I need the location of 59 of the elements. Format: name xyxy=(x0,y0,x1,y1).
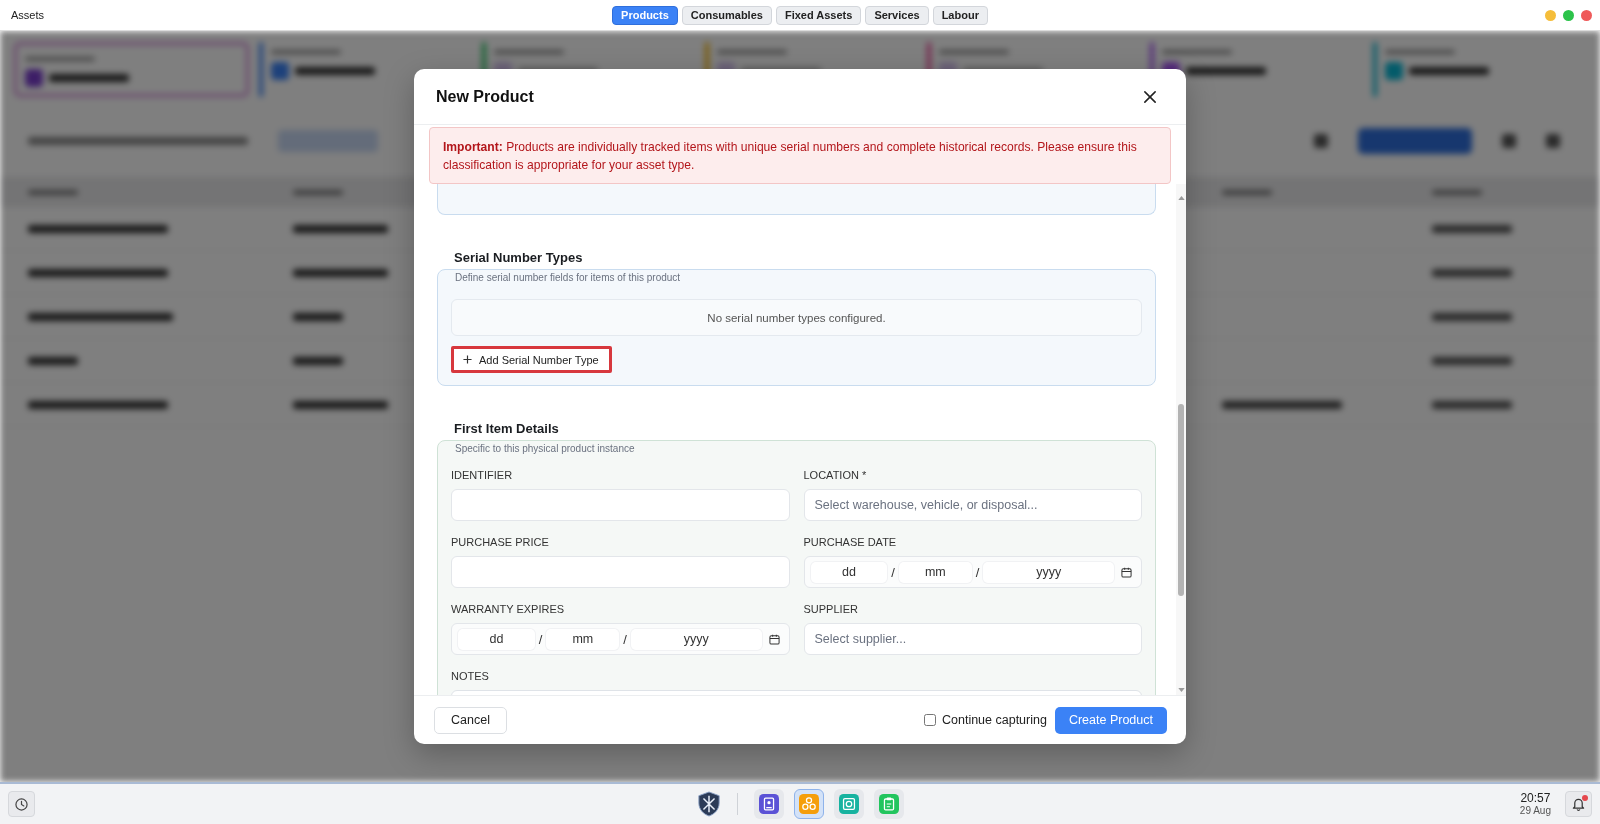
field-label: LOCATION * xyxy=(803,468,868,482)
section-description: Specific to this physical product instance xyxy=(454,442,636,456)
field-label: IDENTIFIER xyxy=(451,468,514,482)
tab[interactable]: Fixed Assets xyxy=(775,5,862,25)
clock-date: 29 Aug xyxy=(1519,805,1551,817)
scrollbar[interactable] xyxy=(1176,184,1186,695)
date-segment-field[interactable]: yyyy xyxy=(630,628,762,650)
plus-icon xyxy=(463,355,472,364)
input-field[interactable] xyxy=(451,556,790,588)
shield-logo-icon[interactable] xyxy=(696,791,721,817)
input-field[interactable]: Select supplier... xyxy=(803,623,1142,655)
maximize-button[interactable] xyxy=(1563,9,1574,21)
clock-icon xyxy=(15,797,28,811)
field-label: SUPPLIER xyxy=(803,602,859,616)
create-product-button[interactable]: Create Product xyxy=(1054,706,1167,734)
date-field[interactable]: dd / mm / yyyy xyxy=(451,623,790,655)
alert-message: Important: Products are individually tracked items with unique serial numbers and complete historical records. Please ensure this classification is appropriate for your asset type. xyxy=(429,127,1171,184)
cancel-button[interactable]: Cancel xyxy=(434,706,507,734)
date-separator: / xyxy=(537,631,544,647)
tab[interactable]: Consumables xyxy=(681,5,772,25)
input-field[interactable]: Select warehouse, vehicle, or disposal... xyxy=(803,489,1142,521)
date-segment-field[interactable]: mm xyxy=(898,561,972,583)
section-title: Serial Number Types xyxy=(453,250,584,266)
dialog-title: New Product xyxy=(436,87,534,106)
bell-icon xyxy=(1572,797,1585,811)
add-serial-type-button[interactable]: Add Serial Number Type xyxy=(451,346,612,373)
date-segment-field[interactable]: mm xyxy=(546,628,620,650)
input-field[interactable] xyxy=(451,489,790,521)
tab[interactable]: Labour xyxy=(932,5,988,25)
field-label: PURCHASE DATE xyxy=(803,535,898,549)
minimize-button[interactable] xyxy=(1545,9,1556,21)
date-separator: / xyxy=(890,564,896,580)
date-segment-field[interactable]: dd xyxy=(810,561,888,583)
checkbox[interactable] xyxy=(924,714,936,726)
notifications-button[interactable] xyxy=(1565,791,1592,817)
date-segment-field[interactable]: dd xyxy=(458,628,535,650)
clock-time: 20:57 xyxy=(1519,791,1551,805)
close-button[interactable] xyxy=(1142,88,1158,105)
section-description: Define serial number fields for items of this product xyxy=(454,271,682,285)
scroll-down-arrow-icon[interactable] xyxy=(1177,688,1185,692)
close-icon xyxy=(1144,90,1156,103)
tab[interactable]: Services xyxy=(865,5,929,25)
window-title: Assets xyxy=(10,9,44,21)
date-segment-field[interactable]: yyyy xyxy=(983,561,1114,583)
field-label: WARRANTY EXPIRES xyxy=(451,602,566,616)
calendar-icon[interactable] xyxy=(768,633,780,645)
empty-state-message: No serial number types configured. xyxy=(451,299,1142,336)
field-label: NOTES xyxy=(451,669,490,683)
date-separator: / xyxy=(974,564,981,580)
date-separator: / xyxy=(622,631,628,647)
scrollbar-thumb[interactable] xyxy=(1178,404,1184,596)
date-field[interactable]: dd / mm / yyyy xyxy=(803,556,1142,588)
scroll-up-arrow-icon[interactable] xyxy=(1177,196,1185,200)
checkbox-label: Continue capturing xyxy=(942,713,1047,727)
section-title: First Item Details xyxy=(453,421,560,437)
field-label: PURCHASE PRICE xyxy=(451,535,550,549)
calendar-icon[interactable] xyxy=(1121,566,1132,578)
tab[interactable]: Products xyxy=(612,5,678,25)
history-button[interactable] xyxy=(8,791,35,817)
